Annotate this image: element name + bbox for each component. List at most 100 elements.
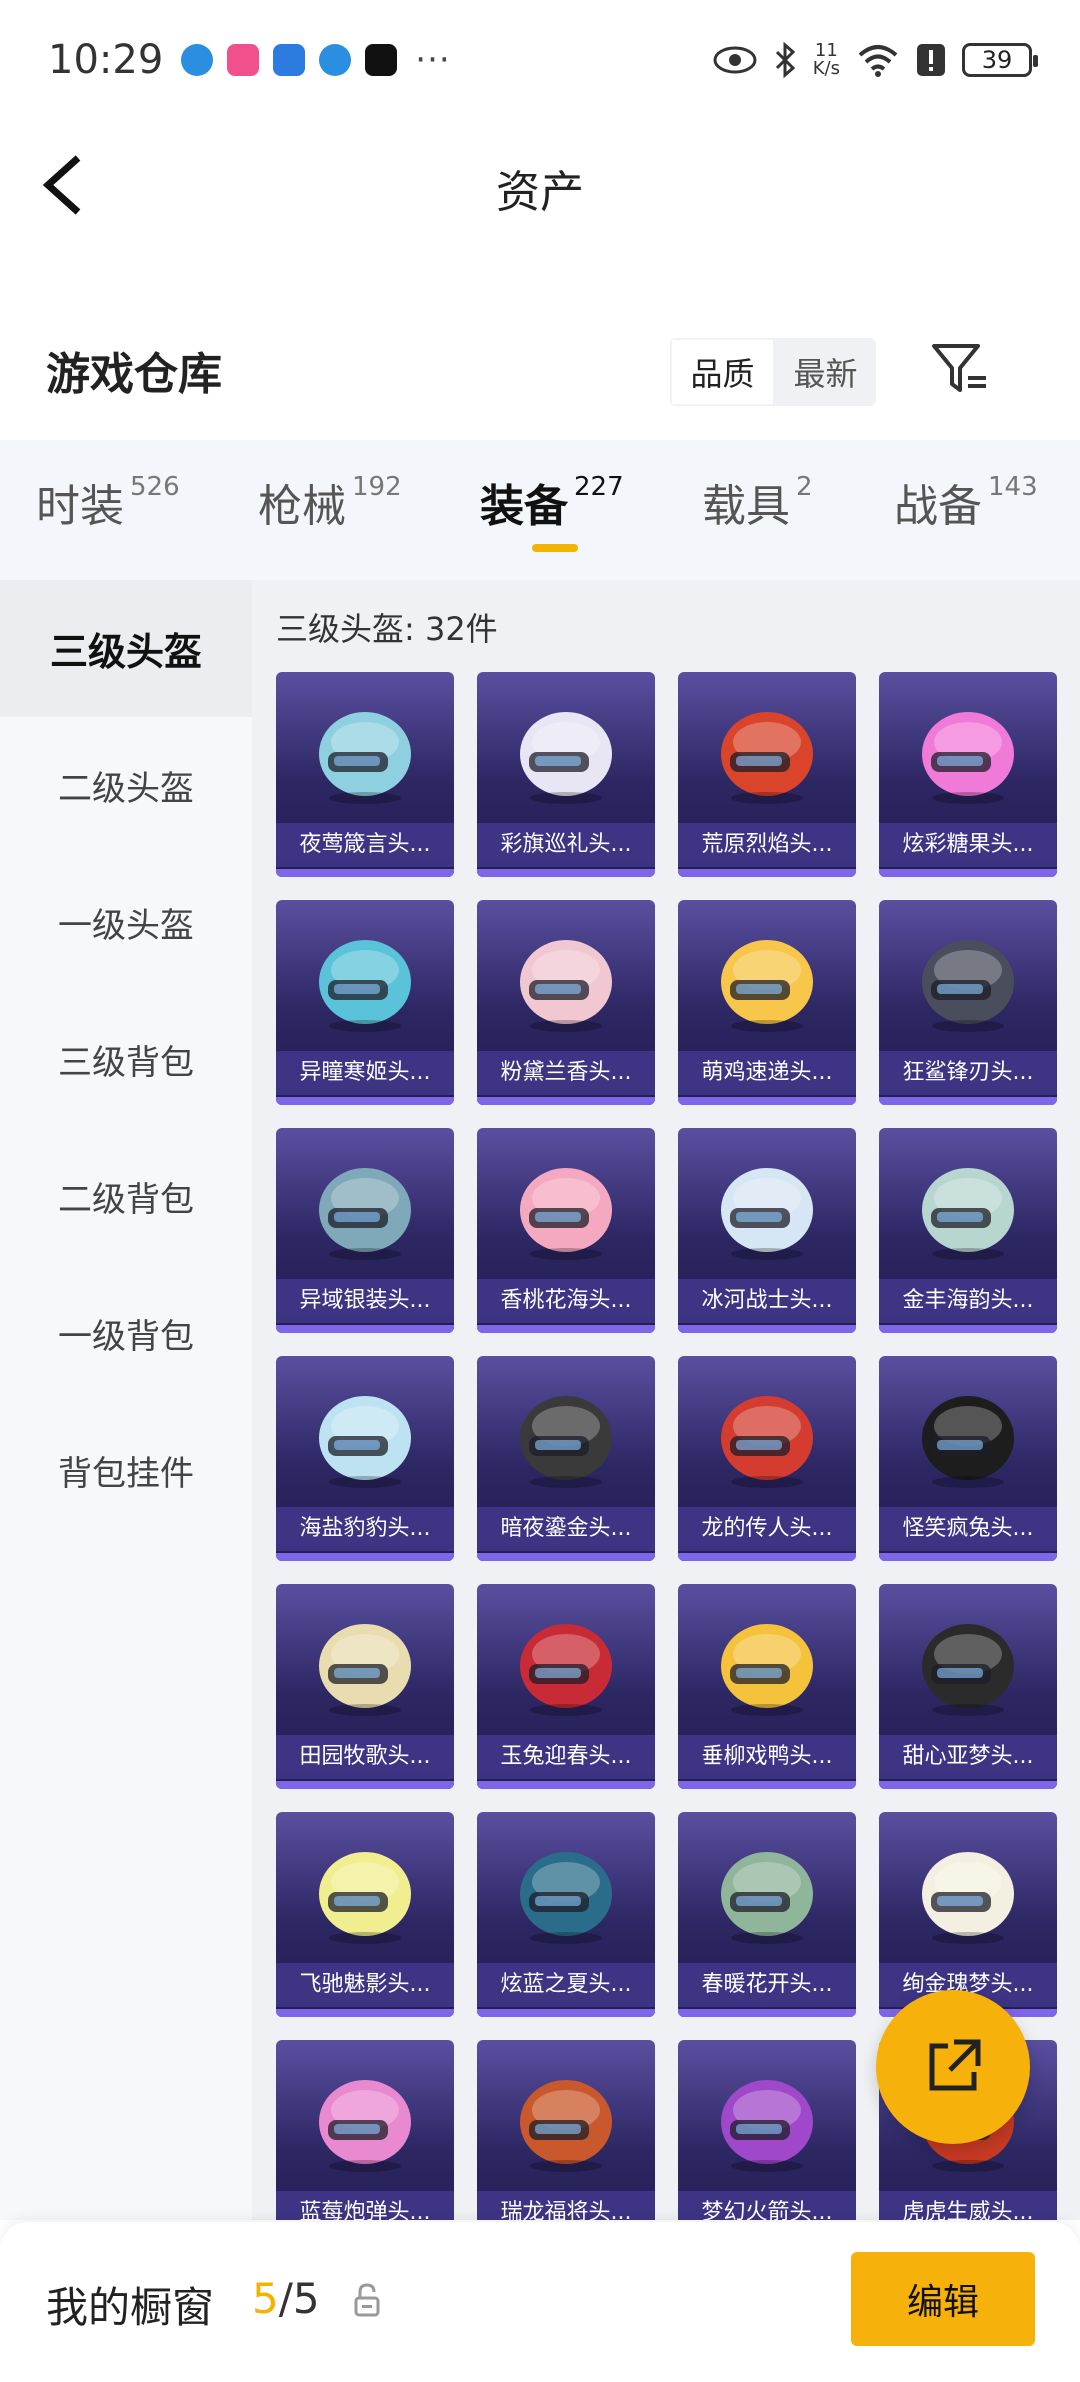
showcase-bar: 我的橱窗 5/5 编辑 — [0, 2222, 1080, 2382]
helmet-item-card[interactable]: 香桃花海头... — [477, 1128, 655, 1333]
helmet-item-card[interactable]: 玉兔迎春头... — [477, 1584, 655, 1789]
item-name: 怪笑疯兔头... — [879, 1507, 1057, 1551]
app-notification-icon — [181, 44, 214, 76]
tab-label: 载具 — [702, 481, 790, 532]
filter-icon — [932, 344, 986, 392]
page-title: 资产 — [496, 166, 584, 218]
helmet-item-card[interactable]: 冰河战士头... — [678, 1128, 856, 1333]
tab-fashion[interactable]: 时装 526 — [36, 470, 180, 534]
status-time: 10:29 — [48, 37, 164, 83]
helmet-thumbnail-icon — [721, 2080, 813, 2172]
back-button[interactable] — [38, 150, 98, 220]
helmet-item-card[interactable]: 龙的传人头... — [678, 1356, 856, 1561]
item-grid-panel: 三级头盔: 32件 夜莺箴言头... 彩旗巡礼头... 荒原烈焰头... 炫彩糖果头.… — [252, 580, 1080, 2220]
helmet-item-card[interactable]: 夜莺箴言头... — [276, 672, 454, 877]
item-name: 冰河战士头... — [678, 1279, 856, 1323]
helmet-item-card[interactable]: 暗夜鎏金头... — [477, 1356, 655, 1561]
notification-icons: ··· — [181, 40, 450, 80]
item-name: 炫彩糖果头... — [879, 823, 1057, 867]
sidebar-item-level1-helmet[interactable]: 一级头盔 — [0, 854, 252, 991]
sort-latest-button[interactable]: 最新 — [775, 338, 876, 406]
section-header: 游戏仓库 品质 最新 — [0, 320, 1080, 420]
item-name: 炫蓝之夏头... — [477, 1963, 655, 2007]
section-title: 游戏仓库 — [46, 349, 222, 400]
helmet-item-card[interactable]: 异域银装头... — [276, 1128, 454, 1333]
helmet-thumbnail-icon — [520, 1624, 612, 1716]
nav-header: 资产 — [0, 120, 1080, 255]
helmet-thumbnail-icon — [520, 712, 612, 804]
item-name: 梦幻火箭头... — [678, 2191, 856, 2220]
helmet-item-card[interactable]: 彩旗巡礼头... — [477, 672, 655, 877]
helmet-thumbnail-icon — [520, 1168, 612, 1260]
helmet-item-card[interactable]: 炫蓝之夏头... — [477, 1812, 655, 2017]
tab-guns[interactable]: 枪械 192 — [258, 470, 402, 534]
showcase-total: /5 — [278, 2274, 320, 2323]
sidebar-item-level1-backpack[interactable]: 一级背包 — [0, 1265, 252, 1402]
battery-indicator: 39 — [962, 43, 1038, 77]
showcase-count: 5/5 — [252, 2274, 320, 2323]
helmet-thumbnail-icon — [922, 1396, 1014, 1488]
helmet-item-card[interactable]: 蓝莓炮弹头... — [276, 2040, 454, 2220]
item-name: 金丰海韵头... — [879, 1279, 1057, 1323]
helmet-item-card[interactable]: 荒原烈焰头... — [678, 672, 856, 877]
tab-vehicles[interactable]: 载具 2 — [702, 470, 813, 534]
share-icon — [929, 2039, 981, 2091]
helmet-thumbnail-icon — [319, 1396, 411, 1488]
item-name: 香桃花海头... — [477, 1279, 655, 1323]
item-name: 海盐豹豹头... — [276, 1507, 454, 1551]
item-name: 玉兔迎春头... — [477, 1735, 655, 1779]
sidebar-item-level2-helmet[interactable]: 二级头盔 — [0, 717, 252, 854]
sort-quality-button[interactable]: 品质 — [670, 338, 775, 406]
helmet-thumbnail-icon — [922, 1624, 1014, 1716]
helmet-thumbnail-icon — [721, 712, 813, 804]
helmet-item-card[interactable]: 海盐豹豹头... — [276, 1356, 454, 1561]
helmet-item-card[interactable]: 萌鸡速递头... — [678, 900, 856, 1105]
item-name: 瑞龙福将头... — [477, 2191, 655, 2220]
sort-toggle: 品质 最新 — [670, 338, 876, 406]
bluetooth-app-icon — [273, 44, 306, 76]
helmet-item-card[interactable]: 田园牧歌头... — [276, 1584, 454, 1789]
sidebar-item-level3-backpack[interactable]: 三级背包 — [0, 991, 252, 1128]
sidebar-item-backpack-charm[interactable]: 背包挂件 — [0, 1402, 252, 1539]
subcategory-sidebar: 三级头盔 二级头盔 一级头盔 三级背包 二级背包 一级背包 背包挂件 — [0, 580, 252, 2220]
status-bar: 10:29 ··· 11 K/s 39 — [0, 0, 1080, 120]
item-name: 异域银装头... — [276, 1279, 454, 1323]
helmet-thumbnail-icon — [520, 1396, 612, 1488]
helmet-thumbnail-icon — [319, 2080, 411, 2172]
helmet-item-card[interactable]: 甜心亚梦头... — [879, 1584, 1057, 1789]
helmet-item-card[interactable]: 炫彩糖果头... — [879, 672, 1057, 877]
sidebar-item-level3-helmet[interactable]: 三级头盔 — [0, 580, 252, 717]
helmet-item-card[interactable]: 怪笑疯兔头... — [879, 1356, 1057, 1561]
tab-combat-gear[interactable]: 战备 143 — [894, 470, 1038, 534]
helmet-item-card[interactable]: 异瞳寒姬头... — [276, 900, 454, 1105]
helmet-item-card[interactable]: 垂柳戏鸭头... — [678, 1584, 856, 1789]
item-name: 狂鲨锋刃头... — [879, 1051, 1057, 1095]
sidebar-item-level2-backpack[interactable]: 二级背包 — [0, 1128, 252, 1265]
filter-button[interactable] — [928, 336, 992, 400]
helmet-thumbnail-icon — [520, 2080, 612, 2172]
helmet-item-card[interactable]: 瑞龙福将头... — [477, 2040, 655, 2220]
showcase-used: 5 — [252, 2274, 279, 2323]
helmet-thumbnail-icon — [922, 712, 1014, 804]
helmet-item-card[interactable]: 金丰海韵头... — [879, 1128, 1057, 1333]
helmet-item-card[interactable]: 粉黛兰香头... — [477, 900, 655, 1105]
item-name: 蓝莓炮弹头... — [276, 2191, 454, 2220]
tab-count: 192 — [352, 472, 402, 502]
edit-button[interactable]: 编辑 — [851, 2252, 1035, 2346]
helmet-item-card[interactable]: 梦幻火箭头... — [678, 2040, 856, 2220]
item-name: 飞驰魅影头... — [276, 1963, 454, 2007]
network-speed-unit: K/s — [812, 58, 840, 79]
item-name: 暗夜鎏金头... — [477, 1507, 655, 1551]
helmet-thumbnail-icon — [520, 1852, 612, 1944]
helmet-item-card[interactable]: 春暖花开头... — [678, 1812, 856, 2017]
tab-count: 227 — [574, 472, 624, 502]
tab-equipment[interactable]: 装备 227 — [480, 470, 624, 534]
eye-icon — [713, 46, 757, 74]
item-name: 荒原烈焰头... — [678, 823, 856, 867]
helmet-item-card[interactable]: 狂鲨锋刃头... — [879, 900, 1057, 1105]
tab-count: 526 — [130, 472, 180, 502]
helmet-item-card[interactable]: 绚金瑰梦头... — [879, 1812, 1057, 2017]
helmet-thumbnail-icon — [721, 1624, 813, 1716]
helmet-item-card[interactable]: 飞驰魅影头... — [276, 1812, 454, 2017]
share-button[interactable] — [876, 1990, 1030, 2144]
